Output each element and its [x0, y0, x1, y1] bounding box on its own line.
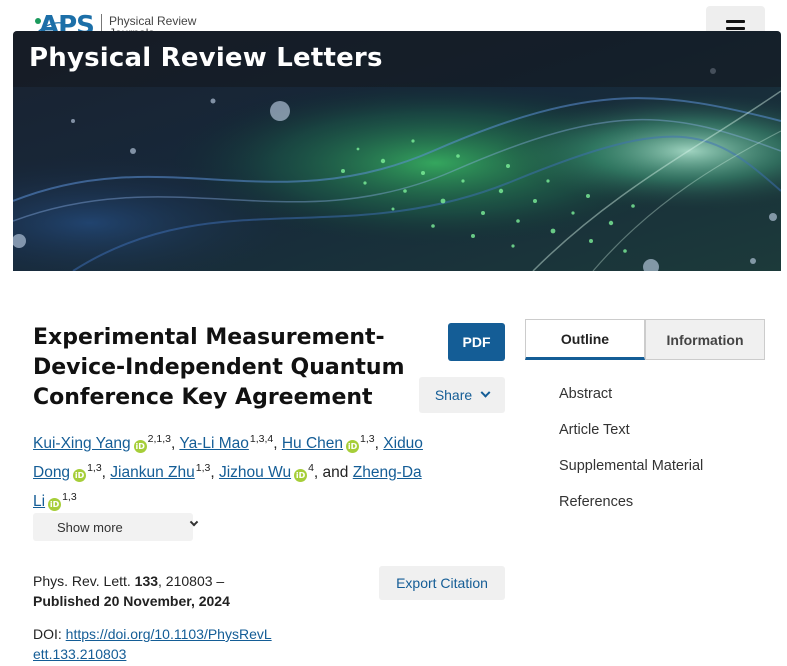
outline-item-abstract[interactable]: Abstract — [559, 384, 703, 420]
author-affiliation: 1,3 — [360, 433, 375, 445]
article-sidebar-tabs: Outline Information — [525, 319, 765, 360]
author-affiliation: 1,3 — [87, 462, 102, 475]
author-list: Kui-Xing Yang iD2,1,3, Ya-Li Mao1,3,4, Hu… — [33, 433, 423, 512]
author-conjunction: and — [322, 464, 349, 482]
author-affiliation: 4 — [308, 462, 314, 475]
journal-reference: Phys. Rev. Lett. 133, 210803 – — [33, 571, 230, 591]
tab-outline[interactable]: Outline — [525, 319, 645, 360]
volume: 133 — [134, 573, 159, 589]
outline-item-article-text[interactable]: Article Text — [559, 420, 703, 456]
author-link[interactable]: Kui-Xing Yang — [33, 435, 131, 452]
show-more-authors-button[interactable]: Show more — [33, 513, 199, 541]
outline-list: Abstract Article Text Supplemental Mater… — [559, 384, 703, 528]
hamburger-menu-icon — [726, 19, 745, 23]
orcid-icon[interactable]: iD — [73, 469, 87, 483]
orcid-icon[interactable]: iD — [48, 498, 62, 512]
outline-item-references[interactable]: References — [559, 492, 703, 528]
journal-title[interactable]: Physical Review Letters — [29, 43, 383, 73]
chevron-down-icon — [189, 517, 199, 527]
doi-label: DOI: — [33, 626, 62, 642]
pdf-button[interactable]: PDF — [448, 323, 505, 361]
author-link[interactable]: Jizhou Wu — [219, 464, 291, 481]
author-affiliation: 1,3 — [195, 462, 211, 475]
article-number: , 210803 – — [158, 573, 225, 589]
outline-item-supplemental-material[interactable]: Supplemental Material — [559, 456, 703, 492]
orcid-icon[interactable]: iD — [294, 469, 308, 483]
author-affiliation: 1,3 — [62, 491, 77, 504]
show-more-label: Show more — [57, 519, 123, 535]
author-link[interactable]: Hu Chen — [282, 435, 343, 452]
orcid-icon[interactable]: iD — [133, 440, 147, 454]
author-link[interactable]: Ya-Li Mao — [179, 435, 249, 452]
publication-date: Published 20 November, 2024 — [33, 593, 230, 609]
orcid-icon[interactable]: iD — [346, 440, 360, 454]
share-label: Share — [434, 387, 473, 403]
chevron-down-icon — [480, 387, 491, 398]
doi-block: DOI: https://doi.org/10.1103/PhysRevLett… — [33, 624, 273, 664]
tab-information[interactable]: Information — [645, 319, 765, 360]
article-title: Experimental Measurement-Device-Independ… — [33, 325, 405, 410]
doi-link[interactable]: https://doi.org/10.1103/PhysRevLett.133.… — [33, 626, 272, 662]
export-citation-button[interactable]: Export Citation — [379, 566, 505, 600]
journal-abbrev: Phys. Rev. Lett. — [33, 573, 131, 589]
author-affiliation: 1,3,4 — [249, 433, 274, 445]
share-button[interactable]: Share — [419, 377, 505, 413]
journal-hero-banner: Physical Review Letters — [13, 31, 781, 271]
citation-info: Phys. Rev. Lett. 133, 210803 – Published… — [33, 571, 230, 611]
author-link[interactable]: Jiankun Zhu — [110, 464, 194, 481]
author-affiliation: 2,1,3 — [147, 433, 172, 445]
